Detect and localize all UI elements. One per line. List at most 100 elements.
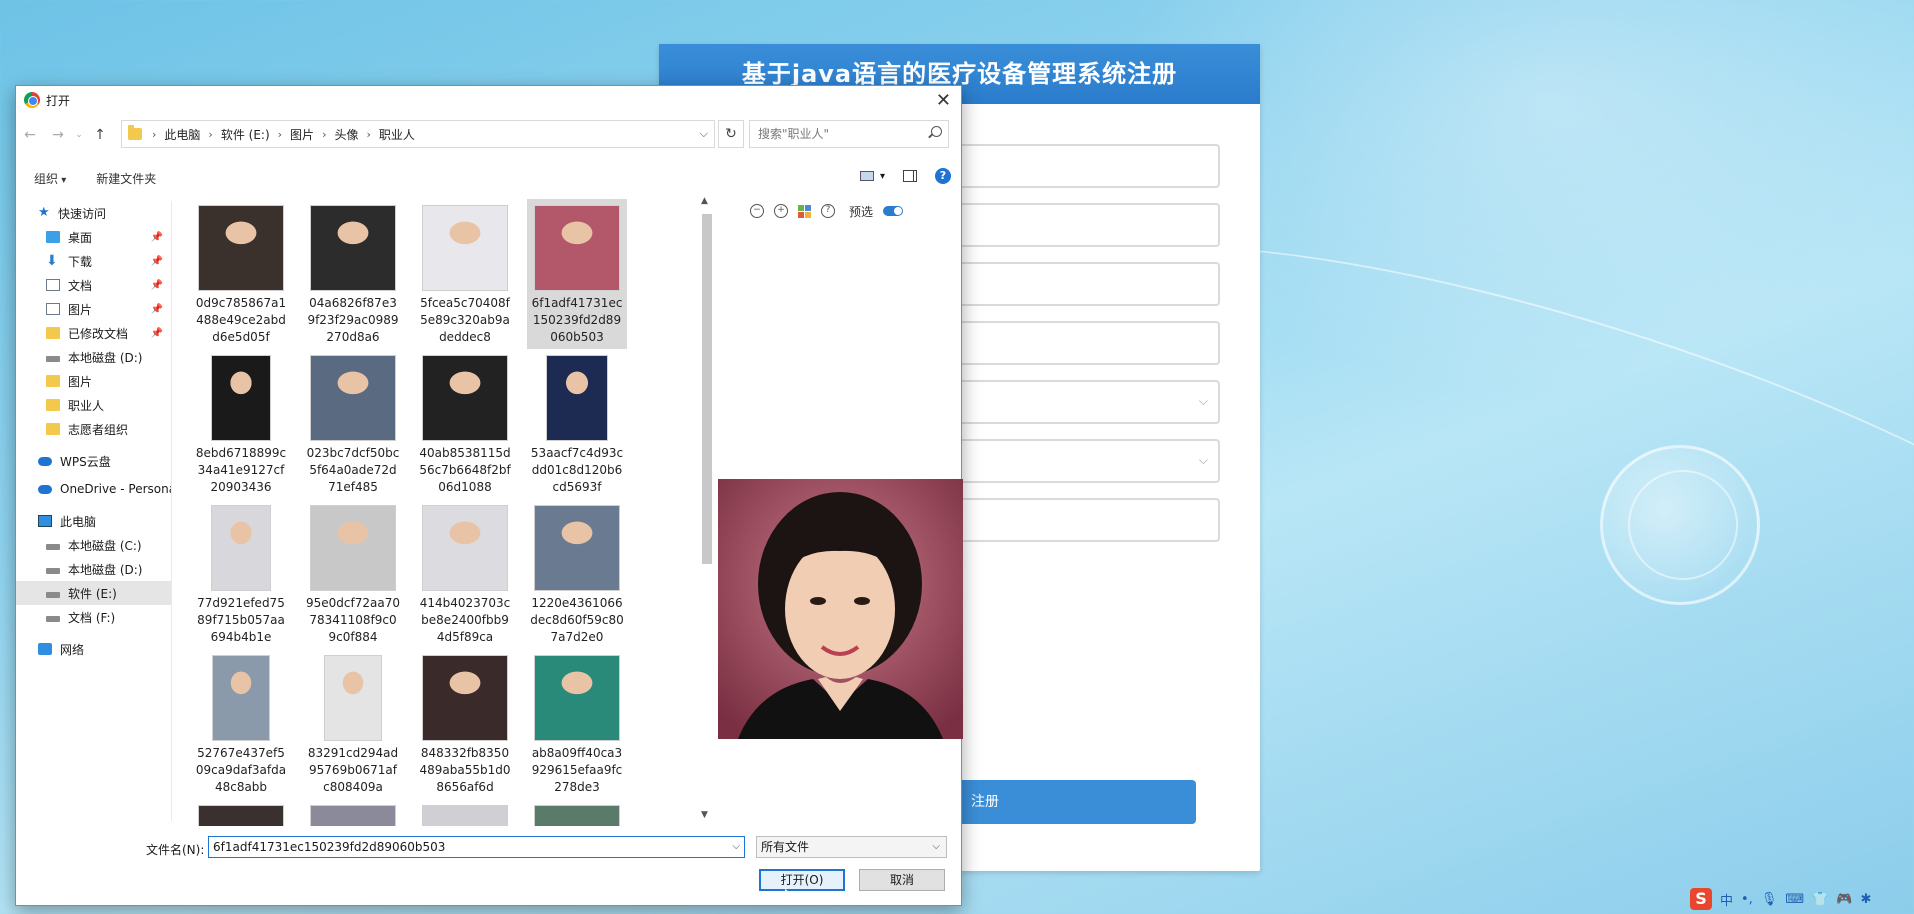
file-tile[interactable]: 52767e437ef509ca9daf3afda48c8abb — [191, 649, 291, 799]
sidebar-item[interactable]: 图片 — [16, 369, 171, 393]
chevron-down-icon[interactable]: ⌵ — [732, 837, 740, 857]
file-tile[interactable]: 5fcea5c70408f5e89c320ab9adeddec8 — [415, 199, 515, 349]
sidebar-item[interactable]: 文档 📌 — [16, 273, 171, 297]
preview-toggle[interactable] — [883, 206, 904, 216]
reg-input-1[interactable] — [949, 144, 1220, 188]
file-tile[interactable] — [527, 799, 627, 826]
punctuation-icon[interactable]: •, — [1741, 892, 1753, 907]
up-arrow-icon[interactable]: ↑ — [86, 127, 114, 143]
sidebar-item[interactable]: WPS云盘 — [16, 449, 171, 473]
back-arrow-icon[interactable]: ← — [16, 127, 44, 143]
file-tile[interactable]: 83291cd294ad95769b0671afc808409a — [303, 649, 403, 799]
folder-icon — [46, 423, 60, 435]
file-tile[interactable] — [303, 799, 403, 826]
sidebar-item[interactable]: ⬇ 下载 📌 — [16, 249, 171, 273]
sidebar-item[interactable]: 志愿者组织 — [16, 417, 171, 441]
sidebar-item[interactable]: 网络 — [16, 637, 171, 661]
vertical-scrollbar[interactable]: ▲ ▼ — [699, 194, 715, 824]
microphone-icon[interactable]: 🎙 — [1761, 892, 1778, 907]
sidebar-item[interactable]: 已修改文档 📌 — [16, 321, 171, 345]
reg-input-5[interactable] — [949, 498, 1220, 542]
sidebar-item[interactable]: 图片 📌 — [16, 297, 171, 321]
file-tile[interactable]: 023bc7dcf50bc5f64a0ade72d71ef485 — [303, 349, 403, 499]
close-icon[interactable]: ✕ — [936, 90, 951, 111]
open-button[interactable]: 打开(O) — [759, 869, 845, 891]
search-input[interactable]: 搜索"职业人" — [749, 120, 949, 148]
breadcrumb-item[interactable]: 软件 (E:) — [221, 126, 270, 143]
zoom-out-icon[interactable]: − — [750, 204, 764, 218]
file-tile[interactable]: 40ab8538115d56c7b6648f2bf06d1088 — [415, 349, 515, 499]
keyboard-icon[interactable]: ⌨ — [1785, 892, 1804, 907]
file-tile[interactable]: 77d921efed7589f715b057aa694b4b1e — [191, 499, 291, 649]
sidebar-item[interactable]: 文档 (F:) — [16, 605, 171, 629]
file-tile[interactable] — [415, 799, 515, 826]
sidebar-item[interactable]: 桌面 📌 — [16, 225, 171, 249]
reg-select-1[interactable]: ⌵ — [949, 380, 1220, 424]
sidebar-item[interactable]: 本地磁盘 (C:) — [16, 533, 171, 557]
large-icons-view-icon — [859, 171, 874, 181]
refresh-button[interactable]: ↻ — [718, 120, 744, 148]
reg-input-2[interactable] — [949, 203, 1220, 247]
image-thumbnail — [534, 505, 620, 591]
forward-arrow-icon[interactable]: → — [44, 127, 72, 143]
drive-icon — [46, 591, 60, 598]
sidebar-item[interactable]: 本地磁盘 (D:) — [16, 557, 171, 581]
sidebar-item[interactable]: 职业人 — [16, 393, 171, 417]
breadcrumb-item[interactable]: 头像 — [334, 126, 358, 143]
file-name: ab8a09ff40ca3929615efaa9fc278de3 — [531, 746, 623, 794]
file-tile[interactable]: 0d9c785867a1488e49ce2abdd6e5d05f — [191, 199, 291, 349]
breadcrumb-item[interactable]: 职业人 — [379, 126, 415, 143]
filename-input[interactable]: 6f1adf41731ec150239fd2d89060b503 ⌵ — [208, 836, 745, 858]
scroll-down-icon[interactable]: ▼ — [701, 810, 708, 820]
sidebar-item[interactable]: OneDrive - Persona — [16, 477, 171, 501]
folder-icon — [46, 375, 60, 387]
scroll-up-icon[interactable]: ▲ — [701, 196, 708, 206]
onedrive-icon — [38, 484, 52, 494]
star-icon: ★ — [38, 205, 50, 220]
file-name: 023bc7dcf50bc5f64a0ade72d71ef485 — [306, 446, 400, 494]
view-options-button[interactable]: ▾ — [859, 171, 885, 182]
file-tile[interactable]: 8ebd6718899c34a41e9127cf20903436 — [191, 349, 291, 499]
sogou-input-icon[interactable]: S — [1690, 888, 1712, 910]
file-tile[interactable]: ab8a09ff40ca3929615efaa9fc278de3 — [527, 649, 627, 799]
settings-icon[interactable]: ✱ — [1860, 892, 1871, 907]
sidebar-item[interactable]: 此电脑 — [16, 509, 171, 533]
skin-icon[interactable]: 👕 — [1812, 892, 1828, 907]
scrollbar-thumb[interactable] — [702, 214, 712, 564]
organize-menu[interactable]: 组织 — [34, 170, 66, 187]
file-tile[interactable]: 95e0dcf72aa7078341108f9c09c0f884 — [303, 499, 403, 649]
sidebar-item[interactable]: 软件 (E:) — [16, 581, 171, 605]
new-folder-button[interactable]: 新建文件夹 — [96, 170, 156, 187]
reg-input-4[interactable] — [949, 321, 1220, 365]
sidebar-item-label: 图片 — [68, 302, 93, 317]
breadcrumb-item[interactable]: 此电脑 — [164, 126, 200, 143]
file-tile[interactable]: 848332fb8350489aba55b1d08656af6d — [415, 649, 515, 799]
file-tile[interactable]: 04a6826f87e39f23f29ac0989270d8a6 — [303, 199, 403, 349]
file-tile[interactable]: 414b4023703cbe8e2400fbb94d5f89ca — [415, 499, 515, 649]
chevron-down-icon[interactable]: ⌵ — [700, 127, 708, 141]
file-tile[interactable]: 6f1adf41731ec150239fd2d89060b503 — [527, 199, 627, 349]
reg-input-3[interactable] — [949, 262, 1220, 306]
background-bubble-inner — [1628, 470, 1738, 580]
address-bar[interactable]: › 此电脑 › 软件 (E:) › 图片 › 头像 › 职业人 ⌵ — [121, 120, 715, 148]
file-tile[interactable]: 53aacf7c4d93cdd01c8d120b6cd5693f — [527, 349, 627, 499]
file-name: 40ab8538115d56c7b6648f2bf06d1088 — [419, 446, 511, 494]
breadcrumb-item[interactable]: 图片 — [290, 126, 314, 143]
file-tile[interactable]: 1220e4361066dec8d60f59c807a7d2e0 — [527, 499, 627, 649]
pane-divider[interactable] — [171, 201, 172, 821]
apps-icon[interactable] — [798, 204, 811, 218]
zoom-in-icon[interactable]: + — [774, 204, 788, 218]
help-icon[interactable]: ? — [935, 168, 951, 184]
filetype-select[interactable]: 所有文件 ⌵ — [756, 836, 947, 858]
sidebar-item[interactable]: 本地磁盘 (D:) — [16, 345, 171, 369]
register-button[interactable]: 注册 — [949, 780, 1196, 824]
sidebar-item[interactable]: ★ 快速访问 — [16, 201, 171, 225]
preview-pane-icon[interactable] — [903, 170, 917, 182]
gamepad-icon[interactable]: 🎮 — [1836, 892, 1852, 907]
help-circle-icon[interactable]: ? — [821, 204, 835, 218]
cancel-button[interactable]: 取消 — [859, 869, 945, 891]
reg-select-2[interactable]: ⌵ — [949, 439, 1220, 483]
recent-dropdown-icon[interactable]: ⌄ — [72, 130, 86, 140]
chinese-mode-icon[interactable]: 中 — [1720, 890, 1733, 909]
file-tile[interactable] — [191, 799, 291, 826]
